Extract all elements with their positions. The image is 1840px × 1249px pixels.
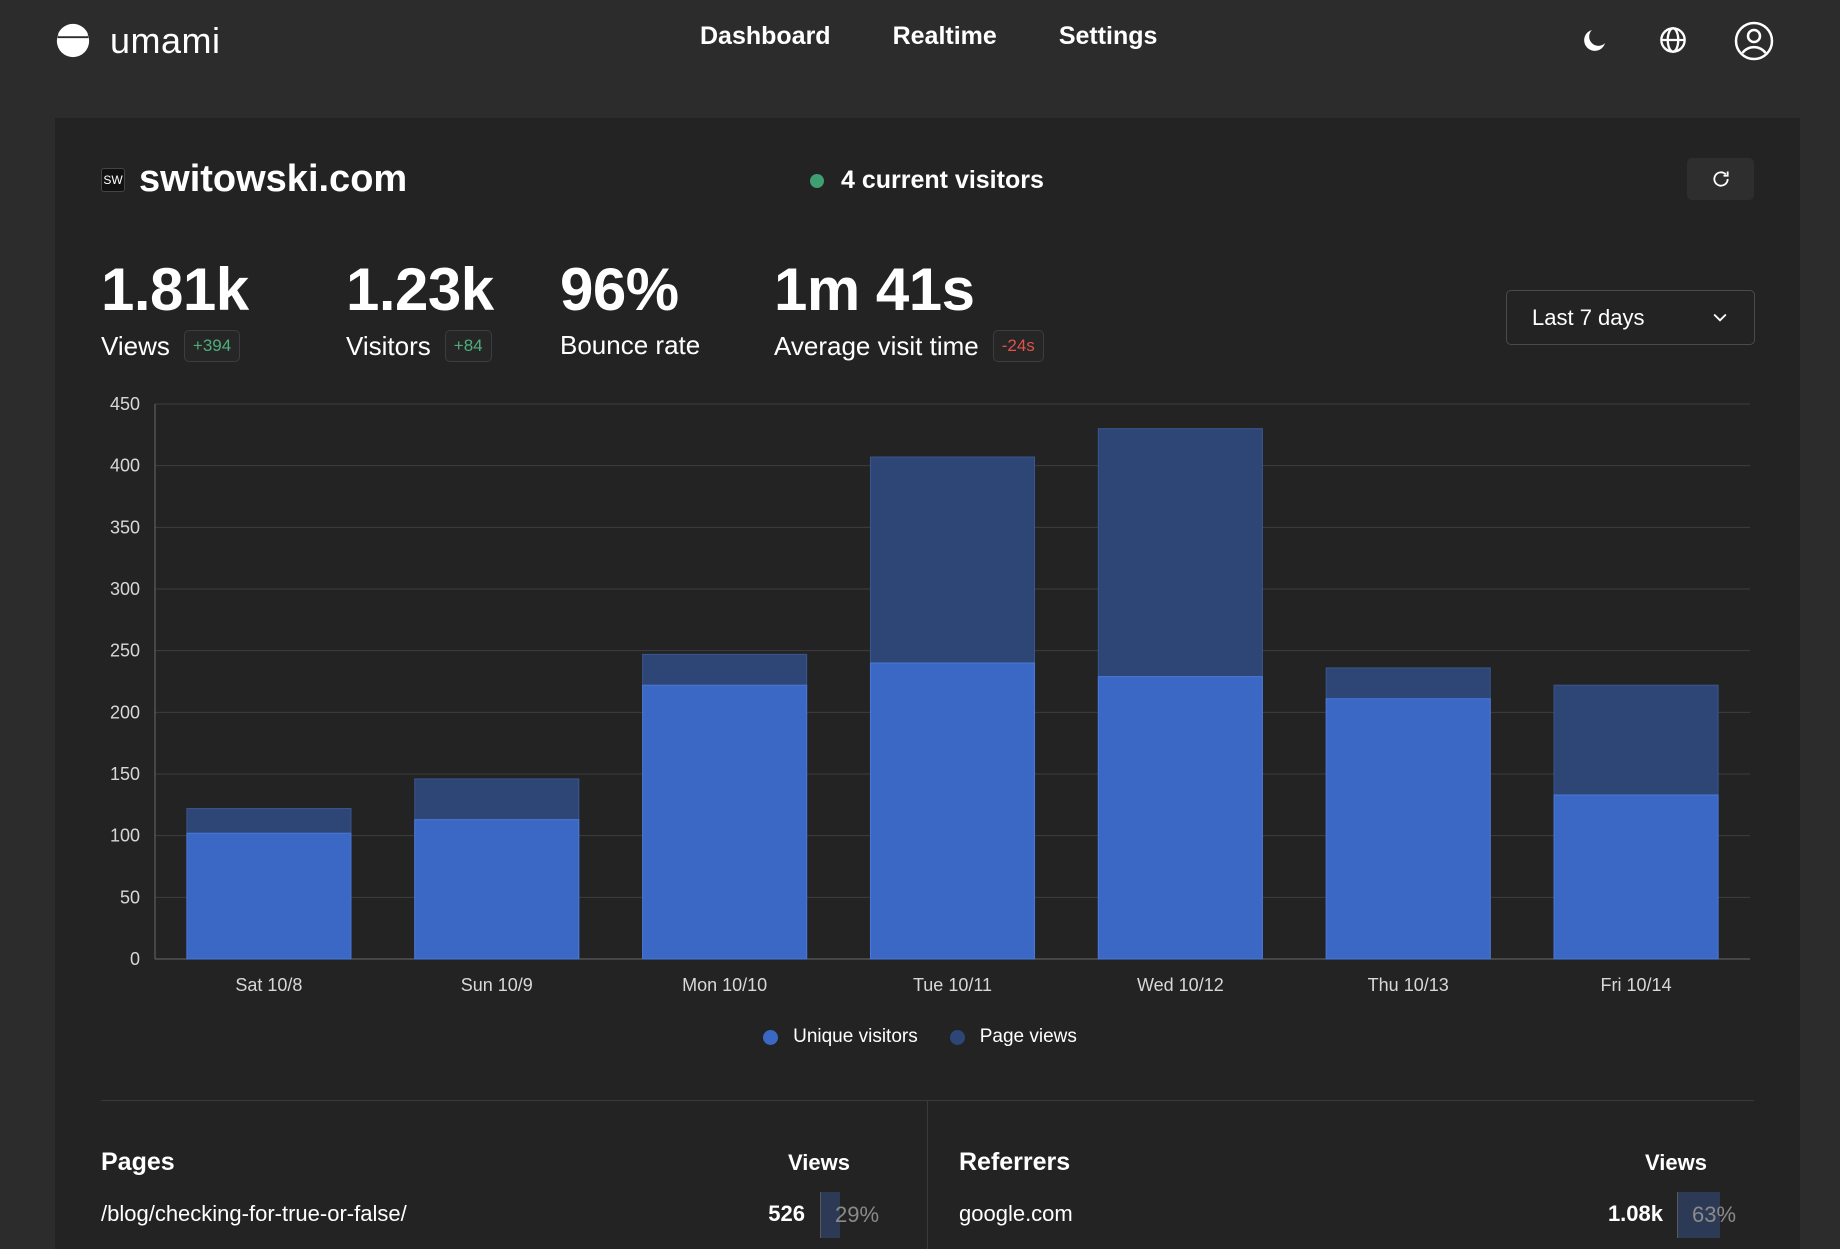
y-tick-label: 150 [110,764,140,784]
legend-label: Unique visitors [793,1026,918,1047]
column-divider [927,1101,928,1249]
legend-swatch [949,1029,965,1045]
bar-unique-visitors[interactable] [1553,794,1719,960]
legend-unique-visitors[interactable]: Unique visitors [763,1026,918,1048]
x-tick-label: Thu 10/13 [1368,975,1449,995]
referrers-row-label[interactable]: google.com [959,1201,1073,1227]
y-tick-label: 350 [110,517,140,537]
y-tick-label: 250 [110,641,140,661]
x-tick-label: Sat 10/8 [235,975,302,995]
percent-text: 63% [1692,1202,1737,1227]
legend-swatch [763,1029,779,1045]
referrers-title: Referrers [959,1148,1071,1176]
legend-page-views[interactable]: Page views [949,1026,1077,1048]
x-tick-label: Wed 10/12 [1137,975,1224,995]
pages-row-label[interactable]: /blog/checking-for-true-or-false/ [101,1201,407,1227]
y-tick-label: 50 [120,887,140,907]
x-tick-label: Fri 10/14 [1601,975,1672,995]
y-tick-label: 100 [110,826,140,846]
pages-row-percent: 29% [820,1192,886,1238]
legend-label: Page views [979,1026,1077,1047]
referrers-views-header: Views [1645,1150,1707,1175]
bar-unique-visitors[interactable] [1325,698,1491,960]
referrers-row-value: 1.08k [1607,1201,1663,1226]
bar-unique-visitors[interactable] [1097,676,1263,960]
y-tick-label: 300 [110,579,140,599]
x-tick-label: Sun 10/9 [461,975,533,995]
bar-unique-visitors[interactable] [414,819,580,960]
y-tick-label: 450 [110,394,140,414]
percent-text: 29% [835,1202,880,1227]
pages-title: Pages [101,1148,175,1176]
pages-views-header: Views [788,1150,850,1175]
pages-row-value: 526 [768,1201,805,1226]
bar-unique-visitors[interactable] [869,662,1036,960]
bar-unique-visitors[interactable] [642,684,808,960]
x-tick-label: Tue 10/11 [913,975,992,995]
referrers-row-percent: 63% [1677,1192,1744,1238]
x-tick-label: Mon 10/10 [682,975,767,995]
pageviews-chart: 0 50 100 150 200 250 300 350 400 450 Sat 10/8 Sun 1… [110,394,1750,995]
y-tick-label: 400 [110,456,140,476]
chart-legend: Unique visitors Page views [0,1026,1840,1048]
bar-unique-visitors[interactable] [186,832,352,960]
y-tick-label: 0 [130,949,140,969]
y-tick-label: 200 [110,702,140,722]
